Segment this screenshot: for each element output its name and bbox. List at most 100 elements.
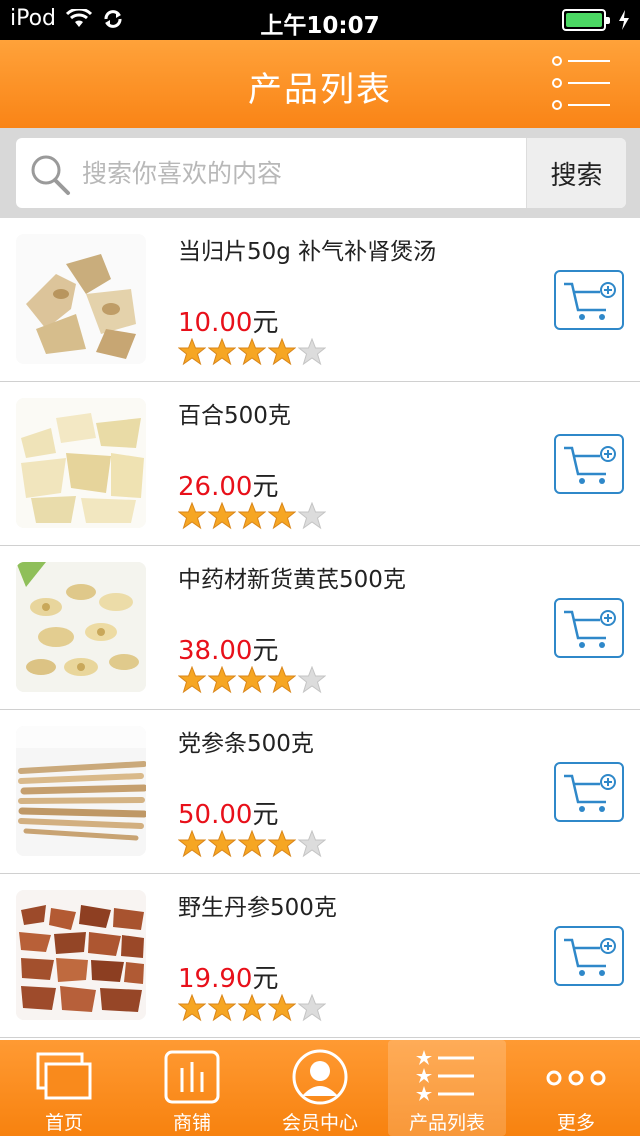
- star-filled-icon: [208, 830, 236, 858]
- window-icon: [36, 1052, 92, 1100]
- rating-stars: [178, 502, 326, 530]
- star-filled-icon: [178, 994, 206, 1022]
- star-empty-icon: [298, 666, 326, 694]
- cart-add-icon: [564, 610, 616, 648]
- star-filled-icon: [238, 830, 266, 858]
- product-name[interactable]: 当归片50g 补气补肾煲汤: [178, 232, 436, 266]
- star-filled-icon: [208, 502, 236, 530]
- cart-add-icon: [564, 282, 616, 320]
- rating-stars: [178, 994, 326, 1022]
- store-bars-icon: [164, 1050, 220, 1104]
- price-value: 10.00: [178, 308, 253, 338]
- product-name[interactable]: 百合500克: [178, 396, 291, 430]
- page-title: 产品列表: [248, 70, 392, 110]
- tab-products[interactable]: 产品列表: [388, 1040, 506, 1136]
- star-empty-icon: [298, 830, 326, 858]
- star-filled-icon: [178, 666, 206, 694]
- product-price: 38.00元: [178, 630, 278, 667]
- product-list: 当归片50g 补气补肾煲汤 10.00元 百合500克 26.00元 中药材新货…: [0, 218, 640, 1038]
- rating-stars: [178, 830, 326, 858]
- add-to-cart-button[interactable]: [554, 598, 624, 658]
- product-price: 26.00元: [178, 466, 278, 503]
- list-item[interactable]: 百合500克 26.00元: [0, 382, 640, 546]
- add-to-cart-button[interactable]: [554, 434, 624, 494]
- product-price: 10.00元: [178, 302, 278, 339]
- menu-button[interactable]: [552, 56, 610, 110]
- tab-member[interactable]: 会员中心: [256, 1040, 384, 1136]
- list-item[interactable]: 党参条500克 50.00元: [0, 710, 640, 874]
- product-name[interactable]: 野生丹参500克: [178, 888, 337, 922]
- tab-more[interactable]: 更多: [512, 1040, 640, 1136]
- product-name[interactable]: 中药材新货黄芪500克: [178, 560, 406, 594]
- star-filled-icon: [238, 502, 266, 530]
- list-item[interactable]: 当归片50g 补气补肾煲汤 10.00元: [0, 218, 640, 382]
- cart-add-icon: [564, 938, 616, 976]
- star-filled-icon: [268, 666, 296, 694]
- star-list-icon: [416, 1050, 474, 1101]
- star-filled-icon: [178, 830, 206, 858]
- star-empty-icon: [298, 994, 326, 1022]
- tab-bar: 首页 商铺 会员中心 产品列表 更多: [0, 1040, 640, 1136]
- star-filled-icon: [238, 666, 266, 694]
- price-value: 50.00: [178, 800, 253, 830]
- more-dots-icon: [546, 1070, 606, 1086]
- product-price: 50.00元: [178, 794, 278, 831]
- search-box: 搜索: [16, 138, 626, 208]
- search-bar: 搜索: [0, 128, 640, 218]
- product-name[interactable]: 党参条500克: [178, 724, 314, 758]
- star-filled-icon: [178, 502, 206, 530]
- star-filled-icon: [238, 338, 266, 366]
- tab-store[interactable]: 商铺: [128, 1040, 256, 1136]
- status-bar: iPod 上午10:07: [0, 0, 640, 40]
- star-filled-icon: [268, 830, 296, 858]
- nav-bar: 产品列表: [0, 40, 640, 128]
- price-value: 38.00: [178, 636, 253, 666]
- price-value: 19.90: [178, 964, 253, 994]
- product-price: 19.90元: [178, 958, 278, 995]
- search-icon: [31, 155, 70, 195]
- add-to-cart-button[interactable]: [554, 270, 624, 330]
- cart-add-icon: [564, 446, 616, 484]
- list-item[interactable]: 中药材新货黄芪500克 38.00元: [0, 546, 640, 710]
- price-value: 26.00: [178, 472, 253, 502]
- price-unit: 元: [252, 800, 279, 830]
- star-filled-icon: [208, 666, 236, 694]
- battery-icon: [562, 9, 610, 31]
- star-filled-icon: [268, 338, 296, 366]
- star-empty-icon: [298, 502, 326, 530]
- price-unit: 元: [252, 308, 279, 338]
- search-button[interactable]: 搜索: [526, 138, 626, 208]
- tab-label: 更多: [556, 1112, 595, 1134]
- product-image[interactable]: [16, 726, 146, 856]
- tab-label: 首页: [44, 1112, 83, 1134]
- price-unit: 元: [252, 964, 279, 994]
- star-filled-icon: [268, 994, 296, 1022]
- status-time: 上午10:07: [260, 13, 380, 39]
- star-empty-icon: [298, 338, 326, 366]
- rating-stars: [178, 338, 326, 366]
- tab-home[interactable]: 首页: [0, 1040, 128, 1136]
- price-unit: 元: [252, 472, 279, 502]
- star-filled-icon: [208, 338, 236, 366]
- product-image[interactable]: [16, 890, 146, 1020]
- product-image[interactable]: [16, 234, 146, 364]
- list-item[interactable]: 野生丹参500克 19.90元: [0, 874, 640, 1038]
- product-image[interactable]: [16, 398, 146, 528]
- add-to-cart-button[interactable]: [554, 926, 624, 986]
- rating-stars: [178, 666, 326, 694]
- price-unit: 元: [252, 636, 279, 666]
- star-filled-icon: [268, 502, 296, 530]
- tab-label: 产品列表: [408, 1112, 485, 1134]
- search-input[interactable]: [82, 138, 522, 208]
- product-image[interactable]: [16, 562, 146, 692]
- star-filled-icon: [208, 994, 236, 1022]
- tab-label: 商铺: [172, 1112, 211, 1134]
- member-avatar-icon: [292, 1049, 348, 1105]
- add-to-cart-button[interactable]: [554, 762, 624, 822]
- star-filled-icon: [238, 994, 266, 1022]
- status-right: [562, 9, 630, 31]
- tab-label: 会员中心: [281, 1112, 358, 1134]
- charging-icon: [619, 10, 629, 30]
- cart-add-icon: [564, 774, 616, 812]
- star-filled-icon: [178, 338, 206, 366]
